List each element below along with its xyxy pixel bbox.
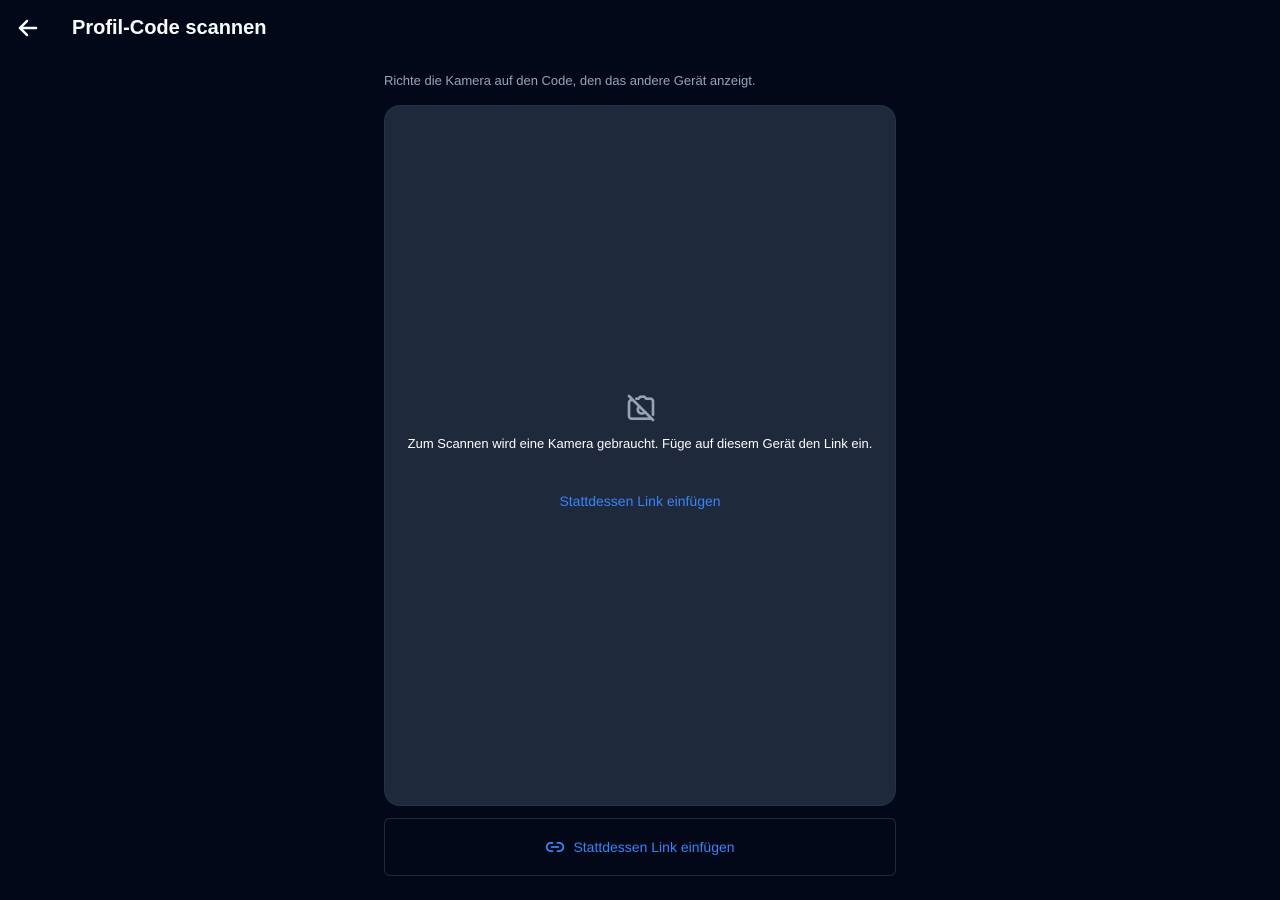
arrow-left-icon — [18, 19, 38, 37]
app-header: Profil-Code scannen — [0, 0, 1280, 56]
camera-preview-panel: Zum Scannen wird eine Kamera gebraucht. … — [384, 105, 896, 806]
camera-unavailable-message: Zum Scannen wird eine Kamera gebraucht. … — [407, 436, 873, 451]
page-title: Profil-Code scannen — [72, 17, 267, 39]
back-button[interactable] — [10, 10, 46, 46]
paste-link-inline-button[interactable]: Stattdessen Link einfügen — [385, 491, 895, 511]
paste-link-button-label: Stattdessen Link einfügen — [573, 839, 735, 855]
camera-off-icon — [627, 394, 655, 422]
link-icon — [545, 837, 565, 857]
paste-link-button[interactable]: Stattdessen Link einfügen — [384, 818, 896, 876]
scan-instruction: Richte die Kamera auf den Code, den das … — [384, 73, 756, 88]
